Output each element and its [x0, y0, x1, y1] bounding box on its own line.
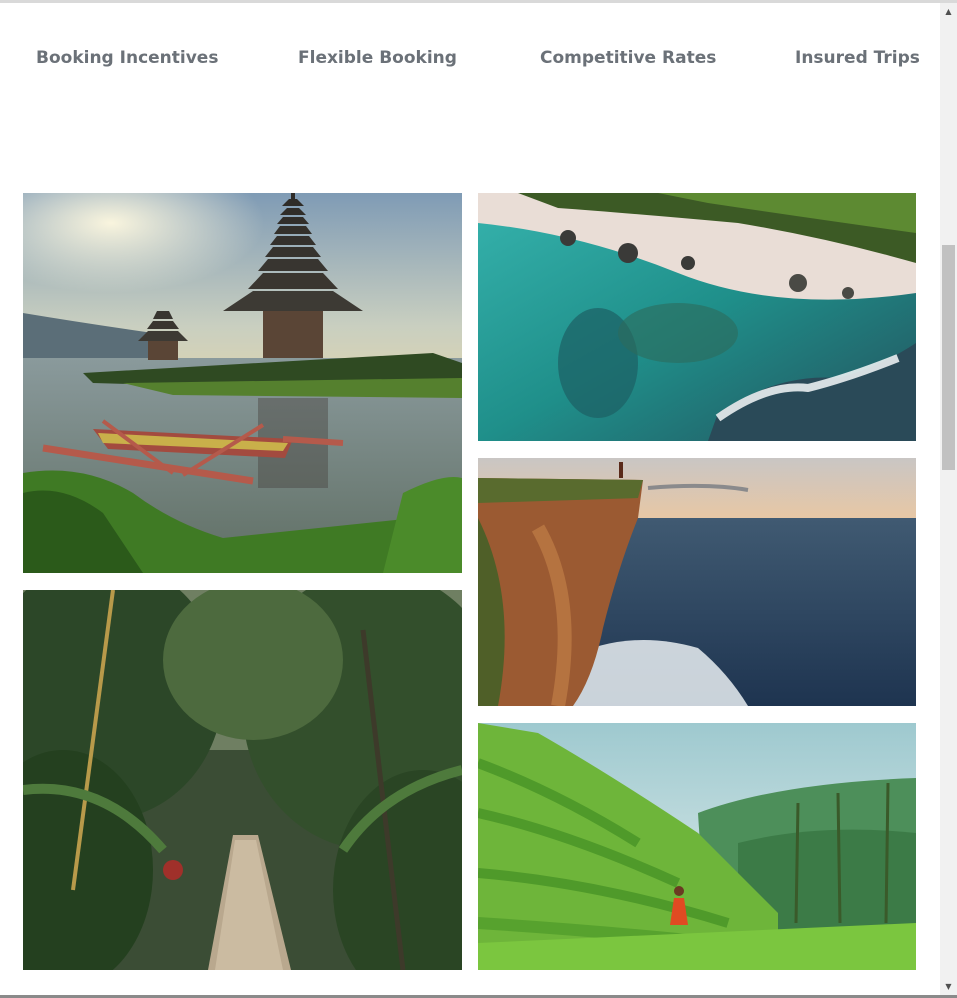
photo-aerial-beach[interactable] [478, 193, 916, 441]
photo-jungle-path[interactable] [23, 590, 462, 970]
feature-booking-incentives: Booking Incentives [36, 48, 219, 68]
scroll-down-arrow[interactable]: ▼ [940, 978, 957, 995]
scroll-thumb[interactable] [942, 245, 955, 470]
vertical-scrollbar[interactable]: ▲ ▼ [940, 3, 957, 995]
features-row: Booking Incentives Flexible Booking Comp… [0, 0, 940, 120]
photo-sea-cliff[interactable] [478, 458, 916, 706]
feature-insured-trips: Insured Trips [795, 48, 920, 68]
photo-rice-terraces[interactable] [478, 723, 916, 970]
feature-flexible-booking: Flexible Booking [298, 48, 457, 68]
photo-lake-temple[interactable] [23, 193, 462, 573]
scroll-up-arrow[interactable]: ▲ [940, 3, 957, 20]
feature-competitive-rates: Competitive Rates [540, 48, 717, 68]
